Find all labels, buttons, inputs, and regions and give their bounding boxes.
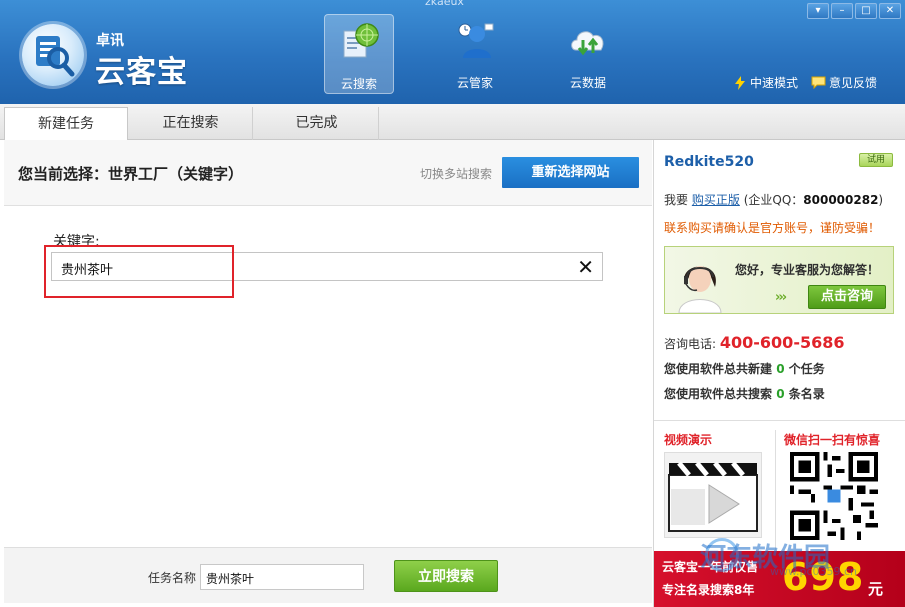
stat-prefix: 您使用软件总共新建 bbox=[664, 362, 773, 376]
phone-number: 400-600-5686 bbox=[719, 333, 845, 352]
current-selection: 您当前选择：世界工厂（关键字） bbox=[18, 165, 244, 183]
lightning-icon bbox=[735, 75, 745, 90]
buy-prefix: 我要 bbox=[664, 193, 689, 207]
wechat-title: 微信扫一扫有惊喜 bbox=[784, 433, 881, 447]
stat-suffix: 条名录 bbox=[788, 387, 825, 401]
switch-multi-site-link[interactable]: 切换多站搜索 bbox=[420, 165, 492, 182]
divider bbox=[775, 430, 776, 550]
stat-suffix: 个任务 bbox=[788, 362, 825, 376]
app-header: zkaeux ▾ – □ ✕ 卓讯 云客宝 云搜索 云管家 云数据 中速模式 意… bbox=[0, 0, 905, 104]
consult-button[interactable]: 点击咨询 bbox=[808, 285, 886, 309]
chat-bubble-icon bbox=[811, 76, 826, 89]
customer-service-text: 您好，专业客服为您解答！ bbox=[735, 263, 880, 277]
video-demo-thumbnail[interactable] bbox=[664, 452, 762, 538]
nav-label: 云管家 bbox=[456, 76, 493, 90]
video-demo-title: 视频演示 bbox=[664, 433, 713, 447]
buy-license-link[interactable]: 购买正版 bbox=[692, 193, 740, 207]
task-tabs: 新建任务 正在搜索 已完成 bbox=[0, 104, 905, 141]
divider bbox=[654, 420, 905, 421]
phone-row: 咨询电话: 400-600-5686 bbox=[664, 333, 844, 352]
promo-price: 698 bbox=[782, 555, 865, 599]
keyword-input[interactable]: 贵州茶叶 ✕ bbox=[51, 252, 603, 281]
tab-completed[interactable]: 已完成 bbox=[255, 107, 379, 140]
nav-cloud-manager[interactable]: 云管家 bbox=[440, 14, 510, 94]
window-controls: ▾ – □ ✕ bbox=[807, 3, 901, 19]
speed-mode-link[interactable]: 中速模式 bbox=[733, 74, 798, 91]
qq-number: 800000282 bbox=[803, 193, 879, 207]
keyword-label: 关键字: bbox=[53, 234, 100, 250]
keyword-value: 贵州茶叶 bbox=[61, 263, 114, 278]
stat-prefix: 您使用软件总共搜索 bbox=[664, 387, 773, 401]
brand-name: 云客宝 bbox=[95, 55, 188, 90]
search-now-button[interactable]: 立即搜索 bbox=[394, 560, 498, 592]
nav-cloud-search[interactable]: 云搜索 bbox=[324, 14, 394, 94]
reselect-site-button[interactable]: 重新选择网站 bbox=[502, 157, 639, 188]
cloud-sync-icon bbox=[571, 31, 604, 56]
clapperboard-icon bbox=[668, 461, 758, 532]
stat-records-searched: 您使用软件总共搜索 0 条名录 bbox=[664, 385, 825, 402]
radar-search-icon bbox=[343, 23, 379, 58]
stat-tasks-created: 您使用软件总共新建 0 个任务 bbox=[664, 360, 825, 377]
nav-cloud-data[interactable]: 云数据 bbox=[553, 14, 623, 94]
minimize-button[interactable]: – bbox=[831, 3, 853, 19]
wechat-qr-code[interactable] bbox=[790, 452, 878, 540]
qq-suffix: ) bbox=[878, 193, 884, 207]
close-button[interactable]: ✕ bbox=[879, 3, 901, 19]
menu-dropdown-button[interactable]: ▾ bbox=[807, 3, 829, 19]
tab-searching[interactable]: 正在搜索 bbox=[129, 107, 253, 140]
task-name-label: 任务名称 bbox=[148, 571, 197, 585]
stat-count: 0 bbox=[776, 387, 785, 401]
buy-row: 我要 购买正版 (企业QQ：800000282) bbox=[664, 191, 883, 208]
promo-banner[interactable]: 云客宝一年前仅售 专注名录搜索8年 698 元 bbox=[654, 551, 905, 607]
arrows-icon: ››› bbox=[775, 290, 787, 305]
selection-row: 您当前选择：世界工厂（关键字） 切换多站搜索 重新选择网站 bbox=[4, 140, 652, 206]
task-bar: 任务名称 贵州茶叶 立即搜索 bbox=[4, 547, 652, 603]
official-account-warning: 联系购买请确认是官方账号，谨防受骗！ bbox=[664, 221, 881, 235]
user-manager-icon bbox=[458, 23, 494, 58]
feedback-link[interactable]: 意见反馈 bbox=[811, 74, 877, 91]
promo-line-2: 专注名录搜索8年 bbox=[662, 583, 755, 597]
stat-count: 0 bbox=[776, 362, 785, 376]
promo-unit: 元 bbox=[868, 580, 884, 598]
account-sidebar: Redkite520 试用 我要 购买正版 (企业QQ：800000282) 联… bbox=[653, 140, 905, 607]
customer-service-banner[interactable]: 您好，专业客服为您解答！ ››› 点击咨询 bbox=[664, 246, 894, 314]
phone-label: 咨询电话: bbox=[664, 337, 717, 351]
support-agent-avatar bbox=[678, 266, 722, 313]
username: Redkite520 bbox=[664, 154, 754, 170]
speed-mode-label: 中速模式 bbox=[750, 76, 799, 90]
task-name-input[interactable]: 贵州茶叶 bbox=[200, 564, 364, 590]
maximize-button[interactable]: □ bbox=[855, 3, 877, 19]
clear-icon[interactable]: ✕ bbox=[577, 255, 594, 279]
nav-label: 云数据 bbox=[569, 76, 606, 90]
app-logo-icon bbox=[22, 24, 84, 86]
qq-text: (企业QQ： bbox=[743, 193, 804, 207]
tab-new-task[interactable]: 新建任务 bbox=[4, 107, 128, 141]
window-title: zkaeux bbox=[425, 0, 464, 8]
promo-line-1: 云客宝一年前仅售 bbox=[662, 560, 759, 574]
trial-badge: 试用 bbox=[859, 153, 893, 167]
feedback-label: 意见反馈 bbox=[829, 76, 878, 90]
nav-label: 云搜索 bbox=[340, 77, 377, 91]
new-task-panel: 您当前选择：世界工厂（关键字） 切换多站搜索 重新选择网站 关键字: 贵州茶叶 … bbox=[4, 140, 652, 603]
